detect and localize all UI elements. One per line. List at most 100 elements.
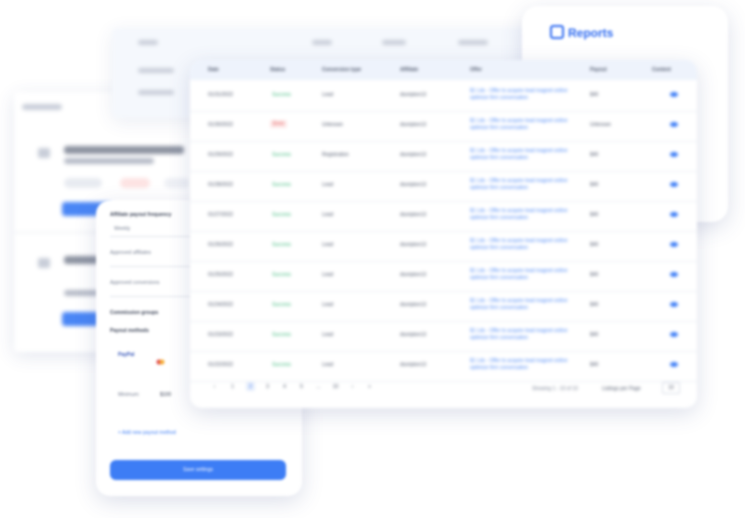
conversion-type-cell: Lead	[322, 182, 334, 188]
placeholder-text	[458, 40, 488, 45]
date-cell: 01/25/2022	[208, 272, 234, 278]
minimum-value[interactable]: $100	[160, 392, 171, 398]
table-row[interactable]: 01/28/2022 Success Lead dsoripton13 $1 Lds -…	[190, 170, 697, 202]
placeholder-text	[138, 40, 158, 45]
column-payout[interactable]: Payout	[590, 67, 607, 73]
date-cell: 01/23/2022	[208, 332, 234, 338]
view-content-icon[interactable]	[670, 122, 678, 127]
column-date[interactable]: Date	[208, 67, 219, 73]
table-row[interactable]: 01/29/2022 Success Registration dsoripton13…	[190, 140, 697, 172]
status-badge: Success	[272, 332, 291, 338]
page-button[interactable]: ...	[314, 382, 323, 391]
view-content-icon[interactable]	[670, 302, 678, 307]
table-row[interactable]: 01/23/2022 Success Lead dsoripton13 $1 Lds -…	[190, 320, 697, 352]
page-button[interactable]: 3	[263, 382, 272, 391]
table-row[interactable]: 01/26/2022 Success Lead dsoripton13 $1 Lds -…	[190, 230, 697, 262]
page-1[interactable]: 1	[228, 382, 237, 391]
reports-icon	[550, 25, 564, 39]
view-content-icon[interactable]	[670, 242, 678, 247]
page-button[interactable]: 5	[297, 382, 306, 391]
placeholder-title	[64, 146, 184, 154]
payout-cell: $40	[590, 332, 599, 338]
date-cell: 01/24/2022	[208, 302, 234, 308]
affiliate-cell: dsoripton13	[400, 182, 427, 188]
offer-link[interactable]: $1 Lds - Offer to acquire lead magnet on…	[470, 268, 570, 282]
payout-cell: $40	[590, 212, 599, 218]
table-row[interactable]: 01/22/2022 Success Lead dsoripton13 $1 Lds -…	[190, 350, 697, 382]
page-button[interactable]: ›	[348, 382, 357, 391]
table-header: Date Status Conversion type Affiliate Of…	[190, 60, 697, 80]
conversion-type-cell: Lead	[322, 242, 334, 248]
column-content[interactable]: Content	[652, 67, 671, 73]
view-content-icon[interactable]	[670, 272, 678, 277]
affiliate-cell: dsoripton13	[400, 272, 427, 278]
view-content-icon[interactable]	[670, 152, 678, 157]
reports-title[interactable]: Reports	[568, 26, 613, 40]
offer-link[interactable]: $1 Lds - Offer to acquire lead magnet on…	[470, 358, 570, 372]
date-cell: 01/29/2022	[208, 152, 234, 158]
approved-conversions-toggle[interactable]: Approved conversions	[110, 280, 159, 286]
conversion-type-cell: Lead	[322, 272, 334, 278]
payout-frequency-label: Affiliate payout frequency	[110, 212, 172, 218]
table-row[interactable]: 01/25/2022 Success Lead dsoripton13 $1 Lds -…	[190, 260, 697, 292]
page-button[interactable]: 4	[280, 382, 289, 391]
offer-link[interactable]: $1 Lds - Offer to acquire lead magnet on…	[470, 298, 570, 312]
placeholder-text	[138, 90, 174, 95]
date-cell: 01/30/2022	[208, 122, 234, 128]
view-content-icon[interactable]	[670, 332, 678, 337]
offer-link[interactable]: $1 Lds - Offer to acquire lead magnet on…	[470, 208, 570, 222]
payout-cell: $40	[590, 182, 599, 188]
view-content-icon[interactable]	[670, 182, 678, 187]
paypal-logo[interactable]: PayPal	[118, 352, 134, 358]
affiliate-cell: dsoripton13	[400, 122, 427, 128]
placeholder-text	[22, 104, 62, 110]
table-row[interactable]: 01/30/2022 Error Unknown dsoripton13 $1 Lds …	[190, 110, 697, 142]
status-badge: Error	[270, 120, 288, 128]
view-content-icon[interactable]	[670, 212, 678, 217]
conversion-type-cell: Lead	[322, 362, 334, 368]
prev-page-button[interactable]: ‹	[210, 382, 219, 391]
conversion-type-cell: Lead	[322, 332, 334, 338]
column-affiliate[interactable]: Affiliate	[400, 67, 418, 73]
view-content-icon[interactable]	[670, 92, 678, 97]
date-cell: 01/27/2022	[208, 212, 234, 218]
table-row[interactable]: 01/24/2022 Success Lead dsoripton13 $1 Lds -…	[190, 290, 697, 322]
table-row[interactable]: 01/27/2022 Success Lead dsoripton13 $1 Lds -…	[190, 200, 697, 232]
mastercard-icon[interactable]	[156, 352, 165, 365]
affiliate-cell: dsoripton13	[400, 152, 427, 158]
reports-table-card: Date Status Conversion type Affiliate Of…	[190, 60, 697, 408]
page-button[interactable]: 10	[331, 382, 340, 391]
affiliate-cell: dsoripton13	[400, 212, 427, 218]
offer-link[interactable]: $1 Lds - Offer to acquire lead magnet on…	[470, 88, 570, 102]
save-settings-button[interactable]: Save settings	[110, 460, 286, 480]
payout-frequency-select[interactable]: Weekly	[114, 226, 130, 232]
column-conversion-type[interactable]: Conversion type	[322, 67, 361, 73]
page-button[interactable]: »	[365, 382, 374, 391]
conversion-type-cell: Lead	[322, 92, 334, 98]
payout-cell: Unknown	[590, 122, 611, 128]
status-badge: Success	[272, 272, 291, 278]
listings-per-page-label: Listings per Page	[602, 386, 641, 392]
column-offer[interactable]: Offer	[470, 67, 482, 73]
listings-per-page-select[interactable]: 10	[662, 382, 680, 394]
affiliate-cell: dsoripton13	[400, 242, 427, 248]
affiliate-cell: dsoripton13	[400, 92, 427, 98]
date-cell: 01/28/2022	[208, 182, 234, 188]
placeholder-text	[382, 40, 406, 45]
approved-affiliates-toggle[interactable]: Approved affiliates	[110, 250, 151, 256]
page-button[interactable]: 2	[246, 382, 255, 391]
column-status[interactable]: Status	[270, 67, 285, 73]
offer-link[interactable]: $1 Lds - Offer to acquire lead magnet on…	[470, 178, 570, 192]
conversion-type-cell: Lead	[322, 302, 334, 308]
view-content-icon[interactable]	[670, 362, 678, 367]
offer-link[interactable]: $1 Lds - Offer to acquire lead magnet on…	[470, 118, 570, 132]
date-cell: 01/31/2022	[208, 92, 234, 98]
offer-link[interactable]: $1 Lds - Offer to acquire lead magnet on…	[470, 238, 570, 252]
offer-link[interactable]: $1 Lds - Offer to acquire lead magnet on…	[470, 328, 570, 342]
offer-link[interactable]: $1 Lds - Offer to acquire lead magnet on…	[470, 148, 570, 162]
table-row[interactable]: 01/31/2022 Success Lead dsoripton13 $1 Lds -…	[190, 80, 697, 112]
payout-cell: $40	[590, 272, 599, 278]
add-payout-method-link[interactable]: + Add new payout method	[118, 430, 176, 436]
commission-groups-label: Commission groups	[110, 310, 159, 316]
placeholder-chip	[120, 178, 150, 188]
